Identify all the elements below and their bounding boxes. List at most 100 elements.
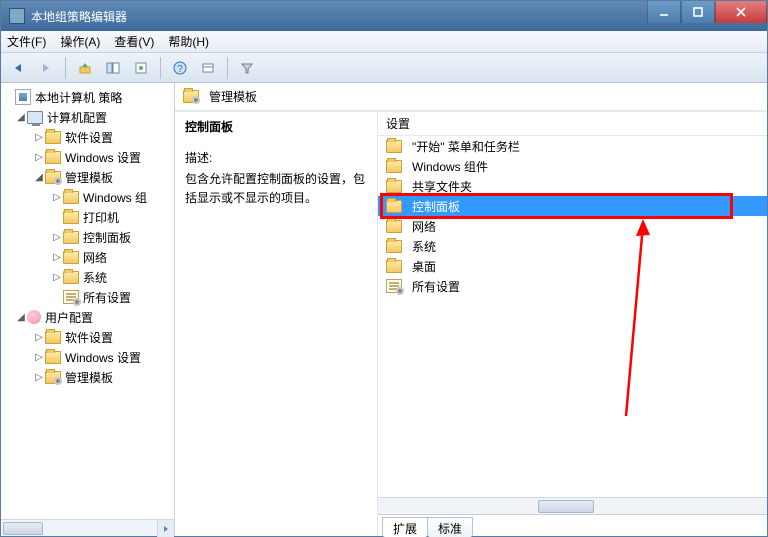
settings-list[interactable]: "开始" 菜单和任务栏 Windows 组件共享文件夹控制面板网络系统桌面所有设置: [378, 136, 767, 497]
help-button[interactable]: ?: [167, 56, 193, 80]
folder-icon: [45, 131, 61, 144]
titlebar[interactable]: 本地组策略编辑器: [1, 1, 767, 31]
tree-system[interactable]: ▷ 系统: [3, 267, 174, 287]
tree-user-config[interactable]: ◢ 用户配置: [3, 307, 174, 327]
collapse-icon[interactable]: ◢: [15, 112, 27, 123]
folder-icon: [386, 240, 402, 253]
tree-windows-settings[interactable]: ▷ Windows 设置: [3, 147, 174, 167]
menu-file[interactable]: 文件(F): [7, 33, 46, 50]
expand-icon[interactable]: ▷: [51, 192, 63, 203]
forward-button[interactable]: [33, 56, 59, 80]
folder-icon: [63, 271, 79, 284]
list-item[interactable]: "开始" 菜单和任务栏: [378, 136, 767, 156]
folder-gear-icon: [45, 371, 61, 384]
description-label: 描述:: [185, 149, 367, 166]
list-item[interactable]: 网络: [378, 216, 767, 236]
tree-control-panel[interactable]: ▷ 控制面板: [3, 227, 174, 247]
folder-icon: [386, 140, 402, 153]
collapse-icon[interactable]: ◢: [15, 312, 27, 323]
folder-icon: [386, 160, 402, 173]
list-horizontal-scrollbar[interactable]: [378, 497, 767, 514]
scrollbar-thumb[interactable]: [3, 522, 43, 535]
menu-view[interactable]: 查看(V): [114, 33, 154, 50]
all-settings-icon: [386, 279, 402, 293]
tree-admin-templates[interactable]: ◢ 管理模板: [3, 167, 174, 187]
all-settings-icon: [63, 290, 79, 304]
tree-software-settings[interactable]: ▷ 软件设置: [3, 127, 174, 147]
tab-extended[interactable]: 扩展: [382, 517, 428, 537]
tree-pane: 本地计算机 策略 ◢ 计算机配置 ▷ 软件设置 ▷ Windows 设置: [1, 83, 175, 536]
tree-root[interactable]: 本地计算机 策略: [3, 87, 174, 107]
toolbar-separator: [160, 57, 161, 79]
expand-icon[interactable]: ▷: [51, 272, 63, 283]
details-header-title: 管理模板: [209, 88, 257, 105]
tree-label: 软件设置: [65, 329, 113, 346]
tree-computer-config[interactable]: ◢ 计算机配置: [3, 107, 174, 127]
list-item[interactable]: 系统: [378, 236, 767, 256]
filter-button[interactable]: [234, 56, 260, 80]
details-description-pane: 控制面板 描述: 包含允许配置控制面板的设置，包括显示或不显示的项目。: [175, 112, 378, 536]
tree-label: Windows 设置: [65, 149, 141, 166]
folder-gear-icon: [45, 171, 61, 184]
tree-horizontal-scrollbar[interactable]: [1, 519, 174, 536]
tree-label: 打印机: [83, 209, 119, 226]
tree-label: 用户配置: [45, 309, 93, 326]
folder-icon: [63, 211, 79, 224]
tree-network[interactable]: ▷ 网络: [3, 247, 174, 267]
minimize-button[interactable]: [647, 1, 681, 23]
options-button[interactable]: [195, 56, 221, 80]
list-item[interactable]: 桌面: [378, 256, 767, 276]
list-item-label: 网络: [412, 218, 436, 235]
collapse-icon[interactable]: ◢: [33, 172, 45, 183]
up-button[interactable]: [72, 56, 98, 80]
expand-icon[interactable]: ▷: [33, 352, 45, 363]
list-item[interactable]: 共享文件夹: [378, 176, 767, 196]
gpedit-window: 本地组策略编辑器 文件(F) 操作(A) 查看(V) 帮助(H) ?: [0, 0, 768, 537]
selected-item-name: 控制面板: [185, 118, 367, 135]
folder-icon: [45, 331, 61, 344]
tree-label: Windows 组: [83, 189, 147, 206]
list-item-label: 所有设置: [412, 278, 460, 295]
show-hide-tree-button[interactable]: [100, 56, 126, 80]
properties-button[interactable]: [128, 56, 154, 80]
scroll-right-arrow[interactable]: [157, 520, 174, 537]
view-tabs: 扩展 标准: [378, 514, 767, 536]
folder-icon: [386, 200, 402, 213]
policy-tree[interactable]: 本地计算机 策略 ◢ 计算机配置 ▷ 软件设置 ▷ Windows 设置: [1, 83, 174, 519]
menu-help[interactable]: 帮助(H): [168, 33, 209, 50]
expand-icon[interactable]: ▷: [33, 152, 45, 163]
column-header-setting[interactable]: 设置: [378, 112, 767, 136]
list-item[interactable]: 控制面板: [378, 196, 767, 216]
maximize-button[interactable]: [681, 1, 715, 23]
folder-icon: [63, 191, 79, 204]
expand-icon[interactable]: ▷: [51, 252, 63, 263]
description-text: 包含允许配置控制面板的设置，包括显示或不显示的项目。: [185, 170, 367, 208]
tree-user-windows[interactable]: ▷ Windows 设置: [3, 347, 174, 367]
tree-user-software[interactable]: ▷ 软件设置: [3, 327, 174, 347]
scrollbar-thumb[interactable]: [538, 500, 594, 513]
tree-label: 网络: [83, 249, 107, 266]
tree-user-admin[interactable]: ▷ 管理模板: [3, 367, 174, 387]
list-item[interactable]: Windows 组件: [378, 156, 767, 176]
tree-all-settings[interactable]: 所有设置: [3, 287, 174, 307]
back-button[interactable]: [5, 56, 31, 80]
tree-windows-components[interactable]: ▷ Windows 组: [3, 187, 174, 207]
expand-icon[interactable]: ▷: [33, 332, 45, 343]
folder-gear-icon: [183, 90, 199, 103]
list-item-label: 系统: [412, 238, 436, 255]
tree-label: 管理模板: [65, 169, 113, 186]
list-item-label: Windows 组件: [412, 158, 488, 175]
list-item-label: 控制面板: [412, 198, 460, 215]
toolbar-separator: [65, 57, 66, 79]
folder-icon: [45, 351, 61, 364]
expand-icon[interactable]: ▷: [33, 372, 45, 383]
tree-printers[interactable]: 打印机: [3, 207, 174, 227]
tab-label: 扩展: [393, 522, 417, 536]
expand-icon[interactable]: ▷: [33, 132, 45, 143]
tree-label: 所有设置: [83, 289, 131, 306]
tab-standard[interactable]: 标准: [427, 517, 473, 537]
list-item[interactable]: 所有设置: [378, 276, 767, 296]
close-button[interactable]: [715, 1, 767, 23]
expand-icon[interactable]: ▷: [51, 232, 63, 243]
menu-action[interactable]: 操作(A): [60, 33, 100, 50]
